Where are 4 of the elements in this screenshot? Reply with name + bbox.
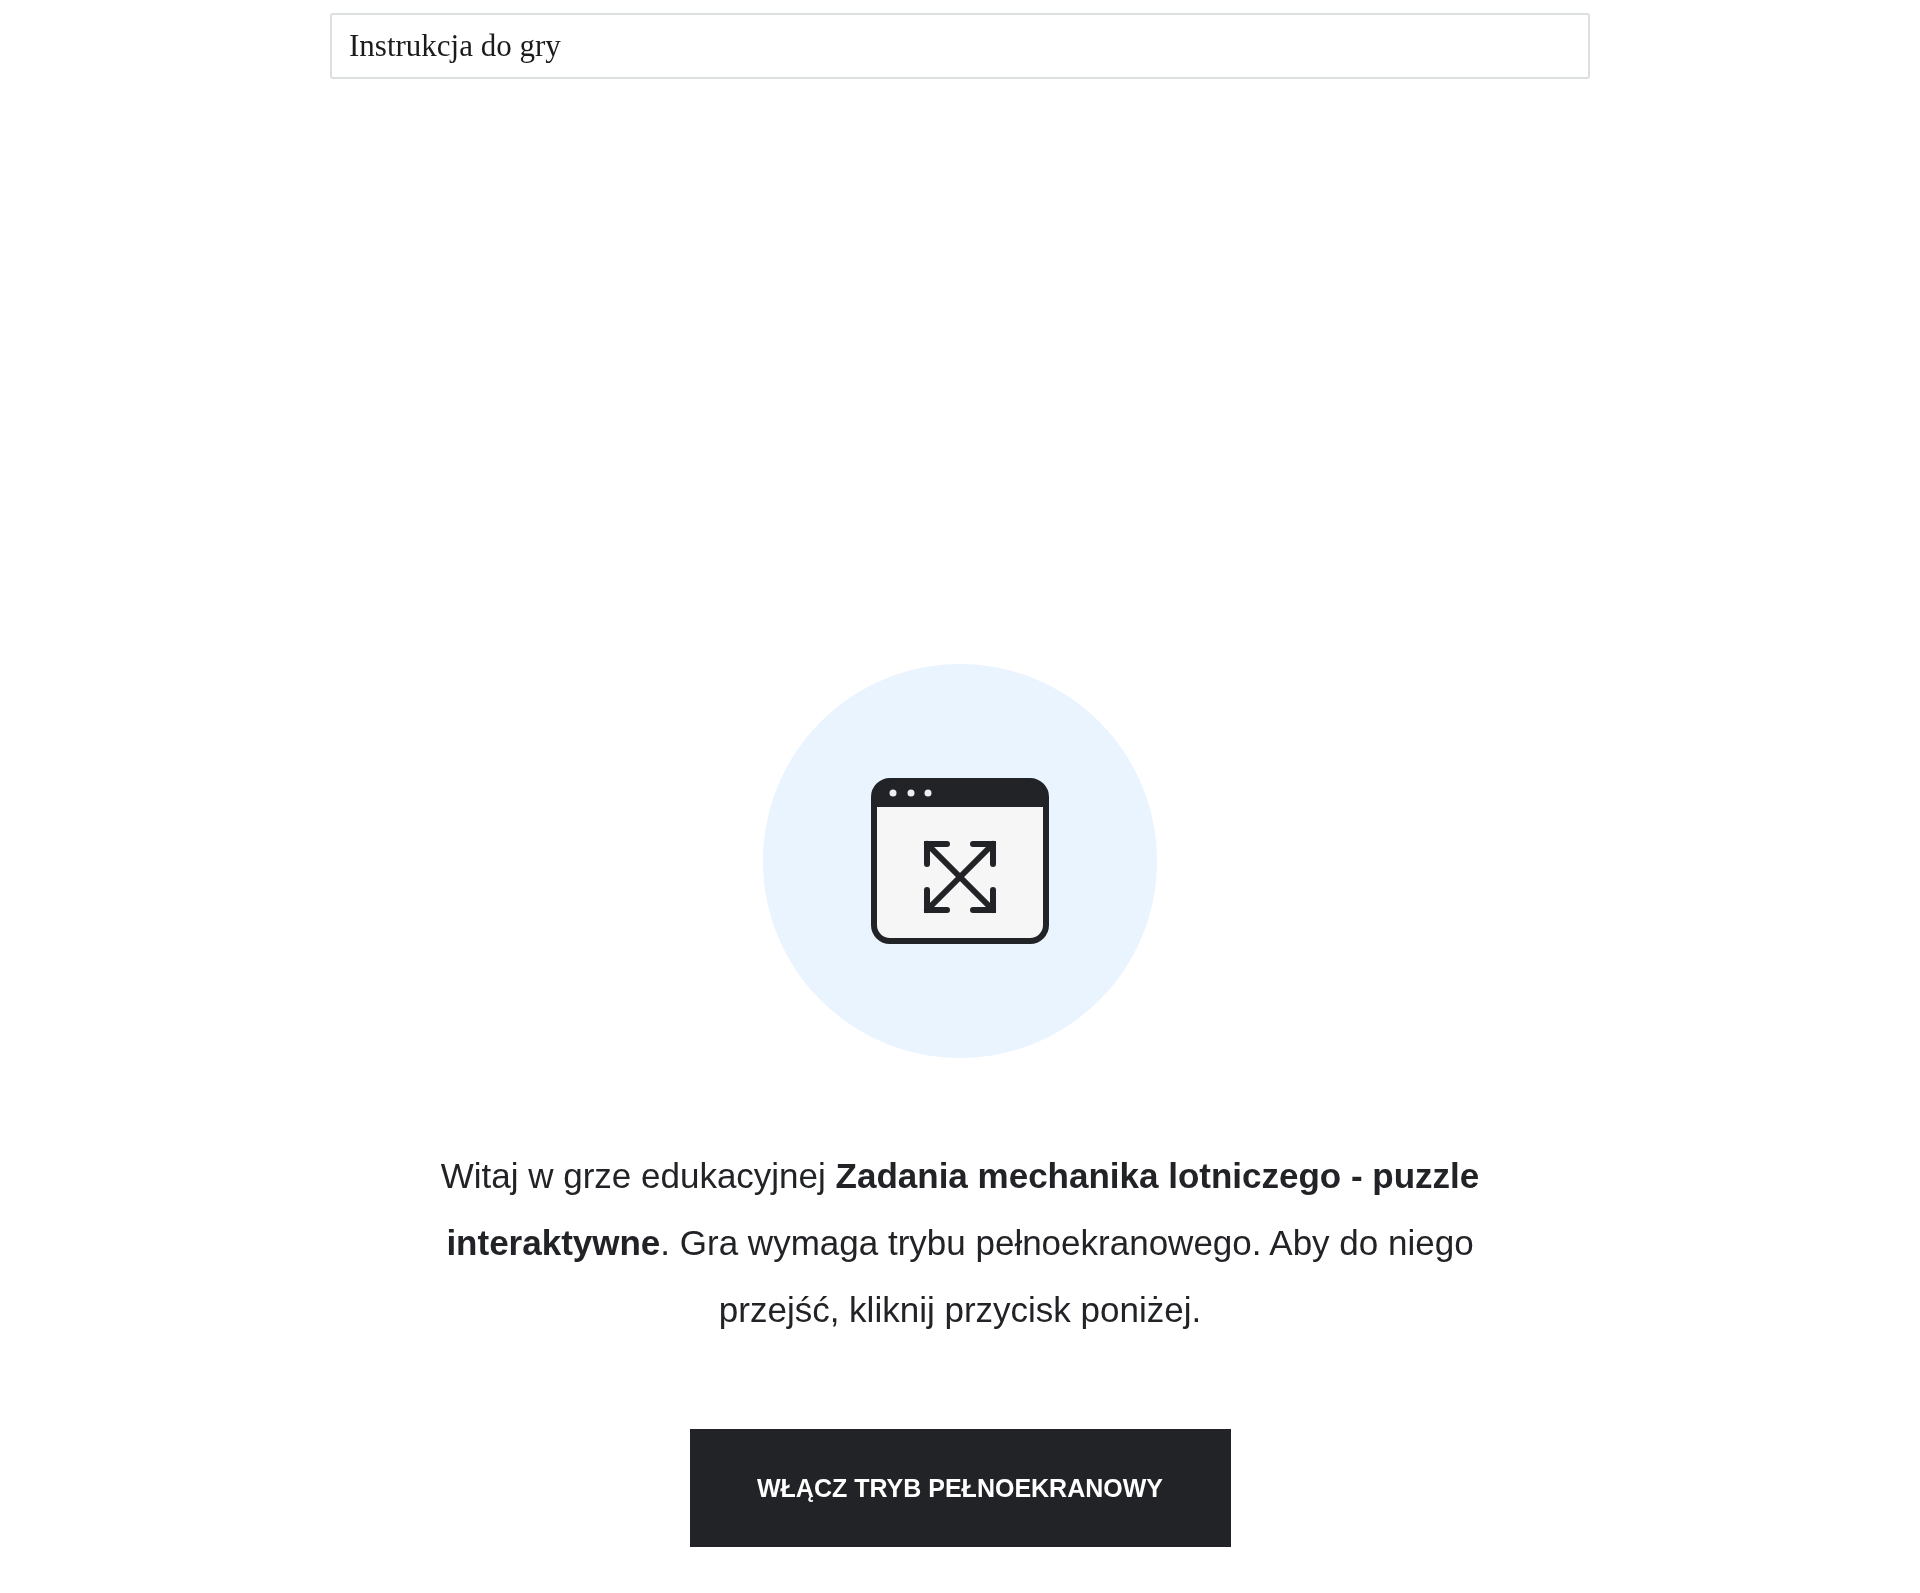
welcome-message: Witaj w grze edukacyjnej Zadania mechanika lotniczego - puzzle interaktywne. Gra wymaga trybu pełnoekranowego. Aby do niego przejść, kliknij przycisk poniżej. bbox=[439, 1155, 1481, 1331]
instructions-bar[interactable]: Instrukcja do gry bbox=[330, 13, 1590, 79]
fullscreen-button[interactable]: WŁĄCZ TRYB PEŁNOEKRANOWY bbox=[689, 1429, 1231, 1547]
fullscreen-window-icon bbox=[871, 778, 1049, 944]
